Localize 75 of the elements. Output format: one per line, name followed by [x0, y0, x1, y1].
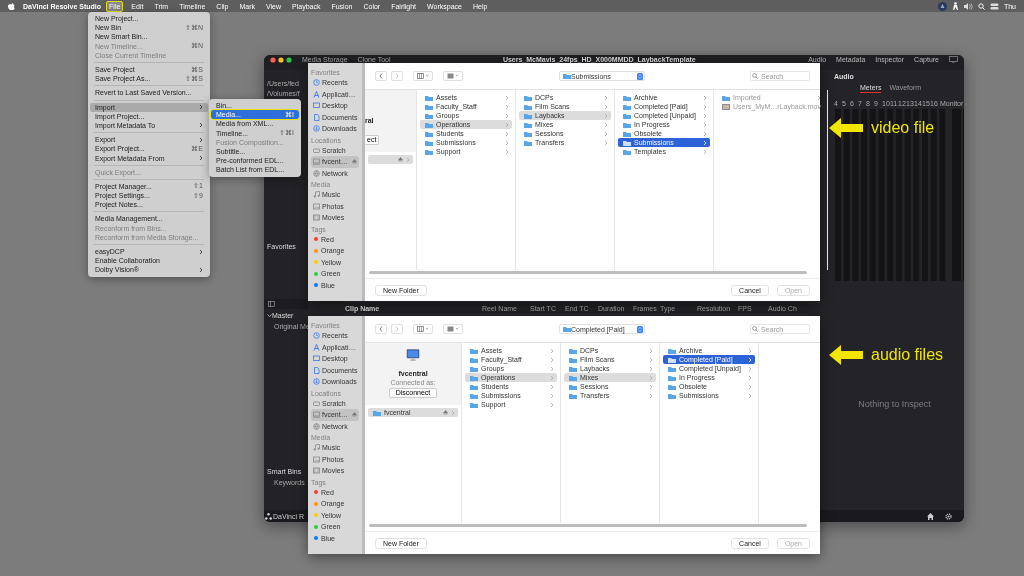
photo-icon — [313, 455, 320, 463]
account-icon[interactable] — [937, 1, 947, 11]
list-item[interactable] — [368, 155, 413, 164]
stepper-icon — [637, 325, 643, 333]
chevron-icon — [395, 73, 399, 79]
download-icon — [313, 125, 320, 133]
chevron-icon — [379, 326, 383, 332]
document-icon — [313, 113, 320, 121]
eject-icon[interactable] — [443, 410, 448, 415]
folder-icon — [373, 409, 381, 416]
apple-icon[interactable] — [8, 2, 15, 10]
music-icon — [313, 191, 320, 199]
app-icon — [313, 90, 320, 98]
search-icon — [752, 73, 758, 79]
globe-icon — [313, 169, 320, 177]
back-button[interactable] — [375, 71, 387, 81]
chevron-icon — [379, 73, 383, 79]
music-icon — [313, 444, 320, 452]
stepper-icon — [637, 72, 643, 80]
columns-icon — [417, 326, 429, 332]
chevron-icon — [199, 104, 203, 111]
chevron-icon — [199, 248, 203, 255]
scroll-bar[interactable] — [369, 271, 808, 274]
computer-icon — [406, 349, 420, 362]
search-icon — [752, 326, 758, 332]
arrow-icon — [829, 345, 863, 365]
columns-icon — [417, 73, 429, 79]
view-button[interactable] — [413, 324, 433, 334]
computer-icon — [313, 411, 320, 419]
film-icon — [313, 467, 320, 475]
chevron-icon — [451, 409, 455, 416]
view-button[interactable] — [413, 71, 433, 81]
grid-icon — [447, 73, 459, 79]
settings-icon[interactable] — [945, 512, 952, 520]
group-button[interactable] — [443, 324, 463, 334]
home-icon[interactable] — [927, 512, 934, 520]
control-center-icon[interactable] — [989, 2, 999, 10]
window-controls-icon[interactable] — [270, 57, 292, 63]
globe-icon — [313, 422, 320, 430]
eject-icon[interactable] — [352, 412, 357, 418]
video-thumbnail-icon — [722, 103, 730, 110]
empty-message: Nothing to Inspect — [857, 399, 932, 409]
annotation-text: video file — [871, 119, 935, 137]
monitor-icon[interactable] — [949, 56, 958, 63]
photo-icon — [313, 202, 320, 210]
chevron-icon — [406, 156, 410, 163]
clock-icon — [313, 332, 320, 340]
back-button[interactable] — [375, 324, 387, 334]
folder-icon — [563, 326, 571, 332]
desktop-icon — [313, 102, 320, 110]
chevron-icon — [816, 94, 821, 101]
search-icon[interactable] — [977, 2, 985, 10]
eject-icon[interactable] — [352, 159, 357, 165]
document-icon — [313, 366, 320, 374]
group-button[interactable] — [443, 71, 463, 81]
logo-icon — [265, 512, 272, 520]
app-icon — [313, 343, 320, 351]
chevron-icon — [395, 326, 399, 332]
computer-icon — [313, 158, 320, 166]
grid-icon — [447, 326, 459, 332]
chevron-icon — [199, 266, 203, 273]
sidebar-icon[interactable] — [268, 301, 275, 307]
scroll-bar[interactable] — [369, 524, 808, 527]
arrow-icon — [829, 118, 863, 138]
clock-icon — [313, 79, 320, 87]
eject-icon[interactable] — [398, 157, 403, 162]
folder-icon — [722, 94, 730, 101]
film-icon — [313, 214, 320, 222]
speaker-icon[interactable] — [963, 2, 973, 10]
person-icon[interactable] — [951, 2, 959, 10]
chevron-icon — [199, 155, 203, 162]
folder-icon — [563, 73, 571, 79]
annotation-text: audio files — [871, 346, 944, 364]
download-icon — [313, 378, 320, 386]
desktop-icon — [313, 355, 320, 363]
